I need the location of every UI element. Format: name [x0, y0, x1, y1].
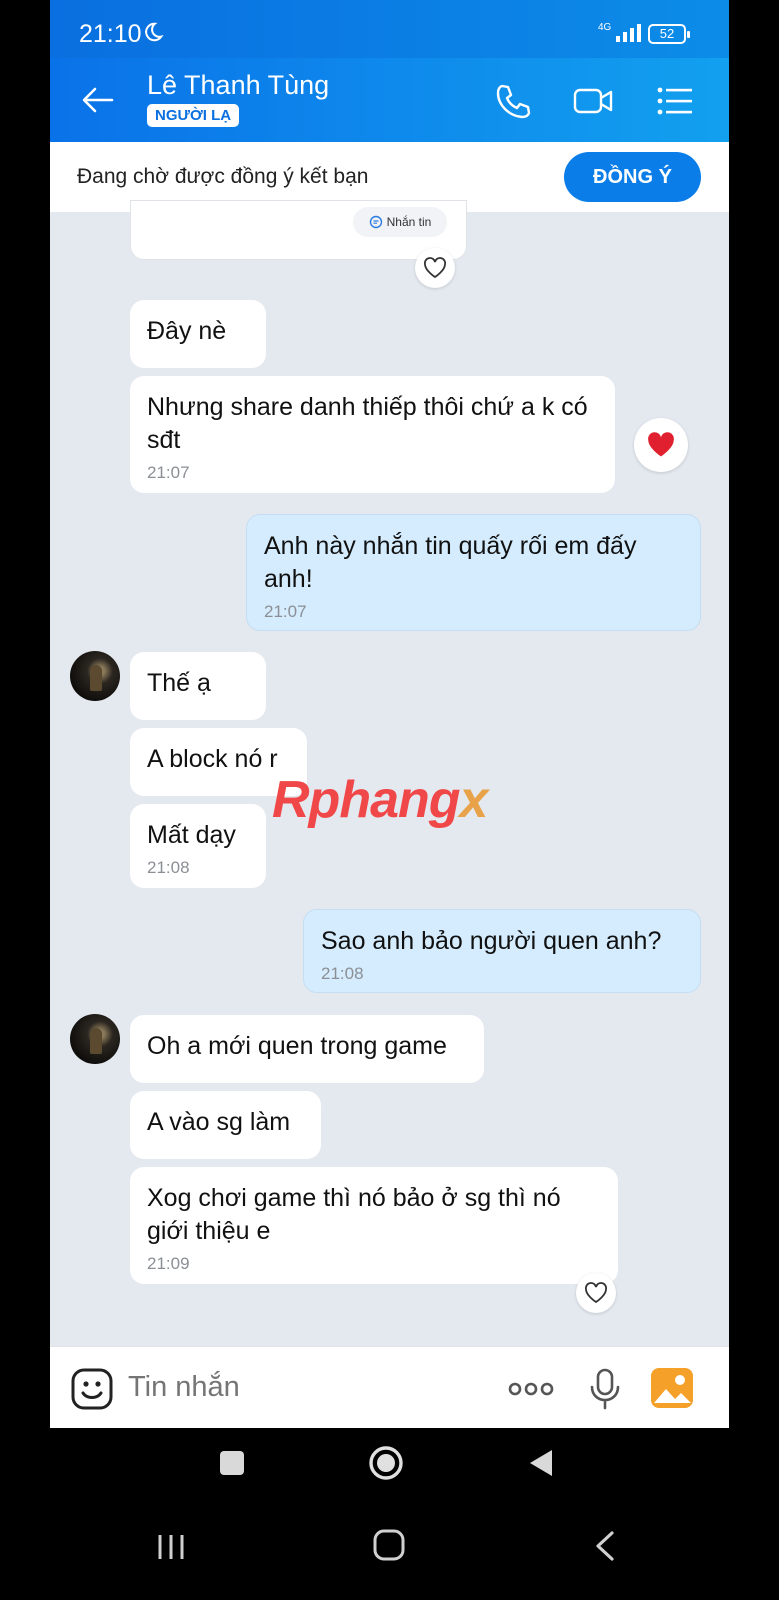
message-time: 21:08 [147, 858, 190, 877]
heart-outline-icon [424, 257, 446, 279]
gallery-icon[interactable] [650, 1367, 694, 1409]
stranger-badge: NGƯỜI LẠ [147, 104, 240, 127]
message-time: 21:08 [321, 964, 364, 983]
message-text: Anh này nhắn tin quấy rối em đấy anh! [264, 532, 637, 593]
chat-header: Lê Thanh Tùng NGƯỜI LẠ [50, 58, 729, 142]
friend-request-status: Đang chờ được đồng ý kết bạn [77, 165, 369, 188]
microphone-icon[interactable] [588, 1367, 622, 1411]
message-text: Nhưng share danh thiếp thôi chứ a k có s… [147, 393, 588, 454]
back-icon[interactable] [528, 1448, 554, 1478]
back-arrow-icon[interactable] [80, 82, 116, 118]
message-text: A block nó r [147, 745, 278, 773]
accept-friend-button[interactable]: ĐỒNG Ý [564, 152, 701, 202]
signal-icon [616, 24, 641, 42]
received-message[interactable]: Xog chơi game thì nó bảo ở sg thì nó giớ… [130, 1167, 618, 1284]
message-time: 21:09 [147, 1254, 190, 1273]
system-nav-bar-bottom [0, 1508, 779, 1600]
watermark-text: Rphang [272, 771, 461, 829]
heart-icon [648, 432, 674, 457]
watermark-text-suffix: x [459, 771, 489, 829]
message-time: 21:07 [147, 463, 190, 482]
message-time: 21:07 [264, 602, 307, 621]
network-type: 4G [598, 22, 612, 33]
message-text: Đây nè [147, 317, 227, 345]
message-input[interactable] [128, 1371, 488, 1404]
more-icon[interactable] [508, 1377, 554, 1401]
shared-contact-card[interactable]: Nhắn tin [130, 200, 467, 260]
chat-screen: 21:10 4G 52 Lê Thanh Tùng NGƯỜI LẠ Đang … [50, 0, 729, 1428]
heart-reaction-button[interactable] [415, 248, 455, 288]
received-message[interactable]: Thế ạ [130, 652, 266, 720]
message-text: Mất dạy [147, 821, 236, 849]
watermark-logo: Rphangx [272, 770, 489, 830]
status-bar: 21:10 4G 52 [50, 0, 729, 58]
received-message[interactable]: A vào sg làm [130, 1091, 321, 1159]
video-call-icon[interactable] [572, 80, 614, 122]
system-nav-bar-top [0, 1428, 779, 1508]
battery-icon: 52 [648, 24, 690, 44]
card-message-button[interactable]: Nhắn tin [353, 207, 447, 237]
sent-message[interactable]: Sao anh bảo người quen anh? 21:08 [303, 909, 701, 993]
chat-bubble-icon [369, 215, 382, 229]
heart-reaction-button[interactable] [576, 1273, 616, 1313]
received-message[interactable]: Nhưng share danh thiếp thôi chứ a k có s… [130, 376, 615, 493]
menu-icon[interactable] [654, 80, 696, 122]
contact-name[interactable]: Lê Thanh Tùng [147, 70, 329, 101]
status-time: 21:10 [79, 20, 142, 48]
received-message[interactable]: Oh a mới quen trong game [130, 1015, 484, 1083]
phone-icon[interactable] [492, 80, 534, 122]
contact-avatar[interactable] [70, 651, 120, 701]
sent-message[interactable]: Anh này nhắn tin quấy rối em đấy anh! 21… [246, 514, 701, 631]
heart-reaction[interactable] [634, 418, 688, 472]
home-icon[interactable] [368, 1445, 404, 1481]
message-composer [50, 1346, 729, 1428]
message-text: Thế ạ [147, 669, 211, 697]
message-text: Oh a mới quen trong game [147, 1032, 447, 1060]
home-button-icon[interactable] [372, 1528, 406, 1562]
received-message[interactable]: Đây nè [130, 300, 266, 368]
moon-icon [145, 22, 164, 42]
message-text: Sao anh bảo người quen anh? [321, 927, 662, 955]
heart-outline-icon [585, 1282, 607, 1304]
message-text: A vào sg làm [147, 1108, 291, 1136]
contact-avatar[interactable] [70, 1014, 120, 1064]
stop-icon[interactable] [219, 1450, 245, 1476]
back-chevron-icon[interactable] [594, 1530, 616, 1562]
emoji-icon[interactable] [70, 1367, 114, 1411]
message-text: Xog chơi game thì nó bảo ở sg thì nó giớ… [147, 1184, 561, 1245]
recent-apps-icon[interactable] [156, 1532, 186, 1562]
card-message-label: Nhắn tin [386, 215, 432, 229]
received-message[interactable]: Mất dạy 21:08 [130, 804, 266, 888]
